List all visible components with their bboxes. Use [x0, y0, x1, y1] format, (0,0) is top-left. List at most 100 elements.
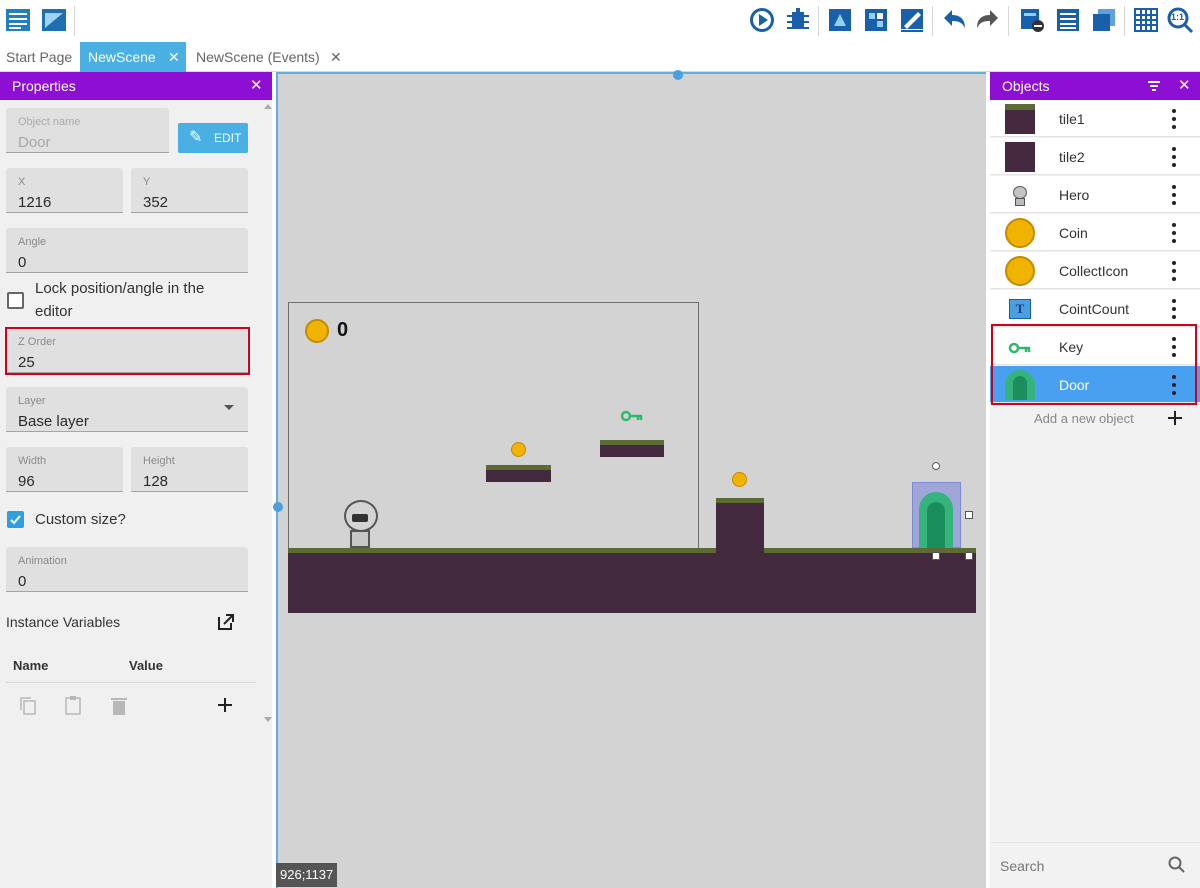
- export-icon[interactable]: [826, 6, 854, 34]
- search-bar: [990, 842, 1200, 888]
- y-field[interactable]: Y 352: [131, 168, 248, 213]
- toolbar-separator: [74, 6, 75, 36]
- object-name: Coin: [1059, 225, 1088, 241]
- scroll-down-icon[interactable]: [264, 717, 272, 722]
- objects-groups-icon[interactable]: [1090, 6, 1118, 34]
- share-icon[interactable]: [862, 6, 890, 34]
- scene-editor-canvas[interactable]: 0 926;1137: [273, 70, 986, 888]
- floating-platform[interactable]: [600, 440, 664, 457]
- redo-icon[interactable]: [974, 6, 1002, 34]
- preview-play-icon[interactable]: [748, 6, 776, 34]
- ground-platform[interactable]: [288, 548, 976, 613]
- open-external-icon[interactable]: [216, 612, 236, 632]
- lock-position-checkbox[interactable]: [7, 292, 24, 309]
- resize-handle-bottom[interactable]: [932, 552, 940, 560]
- height-label: Height: [143, 455, 175, 467]
- custom-size-checkbox[interactable]: [7, 511, 24, 528]
- object-item-tile1[interactable]: tile1: [990, 100, 1200, 137]
- object-item-hero[interactable]: Hero: [990, 176, 1200, 213]
- object-item-collecticon[interactable]: CollectIcon: [990, 252, 1200, 289]
- y-label: Y: [143, 176, 151, 188]
- tab-close-icon[interactable]: ✕: [168, 42, 180, 72]
- close-icon[interactable]: ✕: [1178, 72, 1191, 100]
- tab-newscene-events[interactable]: NewScene (Events) ✕: [190, 42, 350, 72]
- lock-position-label-line2: editor: [35, 303, 73, 320]
- instances-list-icon[interactable]: [1054, 6, 1082, 34]
- coin-instance[interactable]: [511, 442, 526, 457]
- hero-instance[interactable]: [342, 500, 378, 548]
- close-icon[interactable]: ✕: [250, 72, 263, 100]
- project-manager-icon[interactable]: [4, 6, 32, 34]
- more-options-icon[interactable]: [1171, 297, 1177, 321]
- divider: [6, 682, 256, 683]
- hero-face: [352, 514, 368, 522]
- debugger-icon[interactable]: [784, 6, 812, 34]
- layer-select[interactable]: Layer Base layer: [6, 387, 248, 432]
- search-input[interactable]: [1000, 855, 1160, 877]
- tab-newscene[interactable]: NewScene ✕: [80, 42, 186, 72]
- resize-handle-left[interactable]: [273, 502, 283, 512]
- zoom-reset-label: 1:1: [1171, 12, 1185, 22]
- resize-handle-top[interactable]: [673, 70, 683, 80]
- edit-scene-icon[interactable]: [898, 6, 926, 34]
- width-label: Width: [18, 455, 47, 467]
- x-field[interactable]: X 1216: [6, 168, 123, 213]
- delete-icon[interactable]: [110, 696, 128, 716]
- width-field[interactable]: Width 96: [6, 447, 123, 492]
- coin-instance[interactable]: [732, 472, 747, 487]
- scroll-up-icon[interactable]: [264, 104, 272, 109]
- checkmark-icon: [10, 515, 21, 525]
- add-object-label[interactable]: Add a new object: [1034, 411, 1134, 426]
- z-order-highlight: [5, 327, 250, 375]
- grid-icon[interactable]: [1132, 6, 1160, 34]
- resize-handle-corner[interactable]: [965, 552, 973, 560]
- animation-field[interactable]: Animation 0: [6, 547, 248, 592]
- window-top-edge: [276, 72, 986, 74]
- column-value-header: Value: [129, 658, 163, 673]
- scrollbar[interactable]: [264, 100, 272, 750]
- height-field[interactable]: Height 128: [131, 447, 248, 492]
- tab-close-icon[interactable]: ✕: [330, 42, 342, 72]
- more-options-icon[interactable]: [1171, 183, 1177, 207]
- more-options-icon[interactable]: [1171, 259, 1177, 283]
- object-name-value: Door: [18, 134, 51, 151]
- scene-window-icon[interactable]: [40, 6, 68, 34]
- tile1-icon: [1005, 104, 1035, 134]
- add-variable-icon[interactable]: [216, 696, 234, 714]
- tab-start-page[interactable]: Start Page: [0, 42, 80, 72]
- hero-icon: [1005, 180, 1035, 210]
- more-options-icon[interactable]: [1171, 145, 1177, 169]
- key-instance[interactable]: [621, 410, 643, 422]
- copy-icon[interactable]: [18, 696, 38, 716]
- object-item-cointcount[interactable]: T CointCount: [990, 290, 1200, 327]
- x-label: X: [18, 176, 26, 188]
- toolbar-separator: [818, 6, 819, 36]
- door-instance[interactable]: [919, 492, 953, 548]
- object-item-coin[interactable]: Coin: [990, 214, 1200, 251]
- coin-count-text[interactable]: 0: [337, 319, 348, 342]
- custom-size-label: Custom size?: [35, 511, 126, 528]
- rotate-handle[interactable]: [932, 462, 940, 470]
- more-options-icon[interactable]: [1171, 221, 1177, 245]
- edit-button[interactable]: ✎ EDIT: [178, 123, 248, 153]
- filter-icon-line: [1152, 89, 1156, 91]
- tab-label: NewScene (Events): [196, 49, 320, 65]
- search-icon[interactable]: [1168, 856, 1186, 874]
- collect-icon-instance[interactable]: [305, 319, 329, 343]
- object-item-tile2[interactable]: tile2: [990, 138, 1200, 175]
- undo-icon[interactable]: [940, 6, 968, 34]
- text-object-icon: T: [1005, 294, 1035, 324]
- more-options-icon[interactable]: [1171, 107, 1177, 131]
- dropdown-arrow-icon: [224, 405, 234, 410]
- paste-icon[interactable]: [63, 694, 83, 716]
- angle-field[interactable]: Angle 0: [6, 228, 248, 273]
- add-object-icon[interactable]: [1167, 410, 1183, 426]
- floating-platform[interactable]: [486, 465, 551, 482]
- cursor-coordinates: 926;1137: [276, 863, 338, 887]
- raised-block[interactable]: [716, 498, 764, 553]
- pencil-icon: ✎: [189, 129, 203, 146]
- zoom-reset-icon[interactable]: 1:1: [1166, 6, 1194, 34]
- layers-icon[interactable]: [1018, 6, 1046, 34]
- animation-value: 0: [18, 573, 27, 590]
- resize-handle-right[interactable]: [965, 511, 973, 519]
